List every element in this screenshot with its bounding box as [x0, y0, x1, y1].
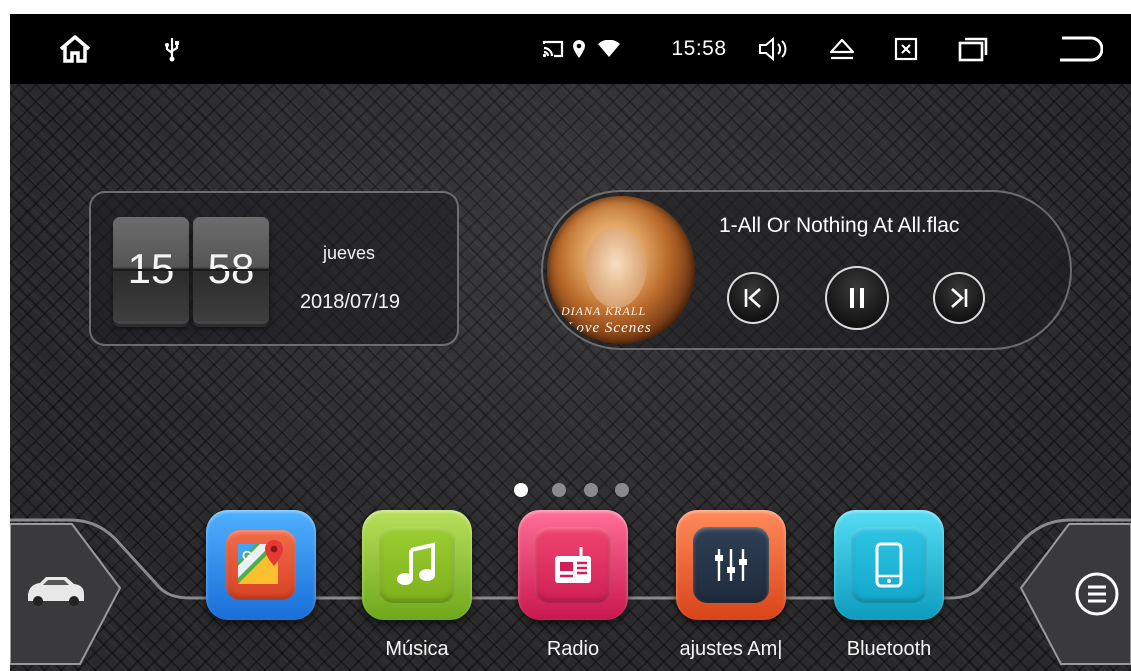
equalizer-icon [715, 549, 747, 581]
home-screen: 15:58 15 58 jueves 2018/07/19 DIANA KRAL… [10, 14, 1131, 671]
status-bar: 15:58 [10, 14, 1131, 84]
pause-icon [850, 288, 864, 308]
clock-text: 15:58 [671, 37, 727, 60]
cast-icon [540, 14, 566, 84]
bluetooth-app[interactable] [834, 510, 944, 620]
next-icon [951, 288, 968, 308]
location-icon [568, 14, 590, 84]
car-button[interactable] [10, 504, 130, 671]
maps-icon: G [238, 540, 283, 584]
recent-apps-icon[interactable] [950, 14, 996, 84]
music-note-icon [397, 542, 435, 585]
phone-icon [875, 542, 903, 588]
clock-widget[interactable]: 15 58 jueves 2018/07/19 [89, 191, 459, 346]
clock-hours: 15 [113, 217, 189, 321]
app-label-music: Música [385, 638, 449, 660]
album-art[interactable]: DIANA KRALL Love Scenes [547, 196, 695, 344]
track-title: 1-All Or Nothing At All.flac [719, 214, 960, 237]
date-label: 2018/07/19 [299, 291, 401, 313]
album-caption: DIANA KRALL [561, 304, 647, 318]
music-widget[interactable]: DIANA KRALL Love Scenes 1-All Or Nothing… [541, 190, 1072, 350]
next-button[interactable] [933, 272, 985, 324]
maps-app[interactable]: G [206, 510, 316, 620]
previous-button[interactable] [727, 272, 779, 324]
car-icon [28, 577, 84, 606]
music-app[interactable] [362, 510, 472, 620]
eject-icon[interactable] [822, 14, 862, 84]
usb-icon [158, 14, 186, 84]
radio-icon [555, 547, 591, 583]
menu-icon [1075, 572, 1119, 616]
album-caption-script: Love Scenes [567, 320, 652, 336]
previous-icon [744, 288, 761, 308]
amp-settings-app[interactable] [676, 510, 786, 620]
wifi-icon [594, 14, 624, 84]
app-label-bluetooth: Bluetooth [846, 638, 932, 660]
radio-app[interactable] [518, 510, 628, 620]
home-icon[interactable] [50, 14, 100, 84]
app-label-radio: Radio [546, 638, 600, 660]
back-icon[interactable] [1050, 14, 1110, 84]
volume-icon[interactable] [754, 14, 794, 84]
weekday-label: jueves [322, 243, 376, 263]
app-label-amp: ajustes Am| [679, 638, 783, 660]
svg-text:G: G [242, 548, 252, 563]
pause-button[interactable] [825, 266, 889, 330]
close-app-icon[interactable] [886, 14, 926, 84]
clock-minutes: 58 [193, 217, 269, 321]
menu-button[interactable] [1011, 504, 1131, 671]
